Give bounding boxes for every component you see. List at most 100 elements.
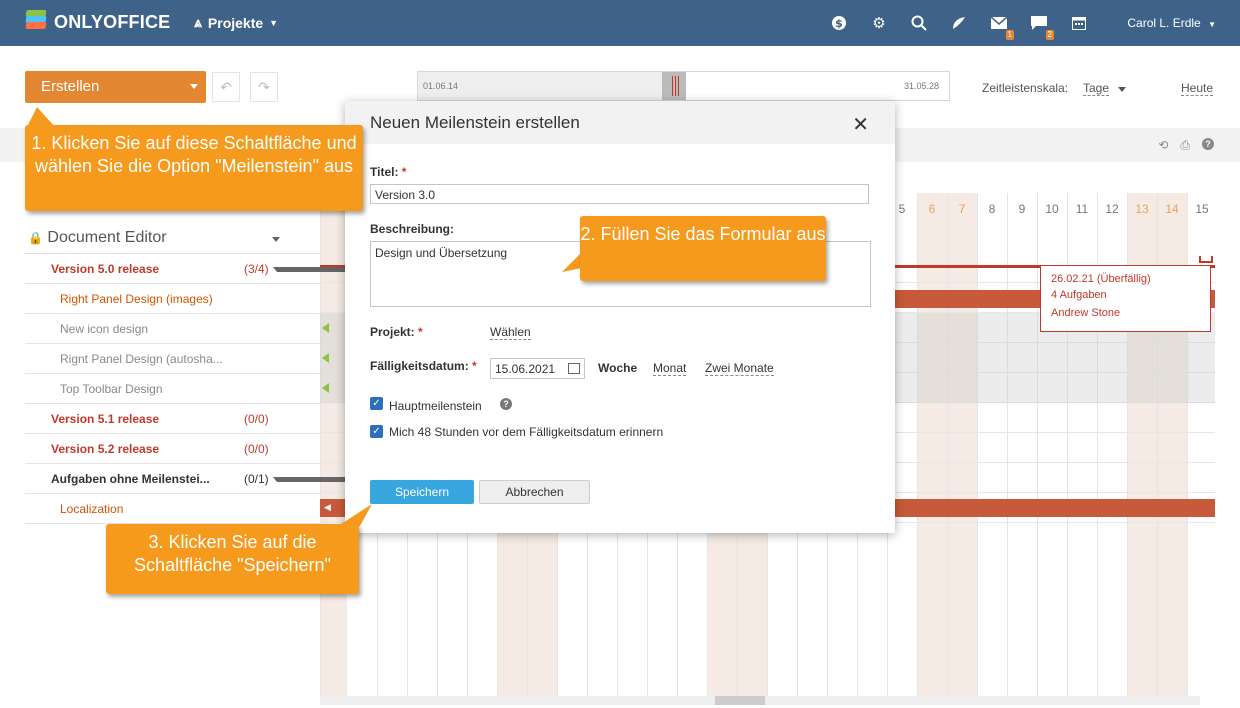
- projects-icon: ⩓: [194, 14, 202, 30]
- milestone-flag-icon: [1199, 256, 1213, 263]
- gantt-task-list: 🔒 Document Editor Version 5.0 release (3…: [25, 223, 519, 524]
- project-name: Document Editor: [47, 229, 167, 246]
- day-label: 15: [1195, 202, 1209, 216]
- calendar-icon[interactable]: [1068, 12, 1090, 34]
- row-count: (3/4): [244, 262, 269, 276]
- arrow-left-icon[interactable]: [322, 383, 329, 393]
- tooltip-person: Andrew Stone: [1051, 307, 1121, 319]
- chat-badge: 2: [1045, 30, 1054, 40]
- milestone-row[interactable]: Version 5.2 release (0/0): [25, 434, 320, 464]
- timeline-end-date: 31.05.28: [903, 81, 939, 91]
- row-label: Version 5.2 release: [51, 442, 160, 456]
- task-row[interactable]: New icon design: [25, 314, 320, 344]
- milestone-row[interactable]: Version 5.0 release (3/4): [25, 254, 519, 284]
- remind-checkbox[interactable]: ✓: [370, 425, 383, 438]
- chevron-down-icon: ▼: [1208, 20, 1216, 29]
- main-milestone-checkbox[interactable]: ✓: [370, 397, 383, 410]
- week-option[interactable]: Woche: [598, 361, 637, 375]
- two-months-option[interactable]: Zwei Monate: [705, 361, 774, 376]
- row-label: Version 5.1 release: [51, 412, 160, 426]
- row-count: (0/0): [244, 412, 269, 426]
- mail-badge: 1: [1005, 30, 1014, 40]
- milestone-row[interactable]: Aufgaben ohne Meilenstei... (0/1): [25, 464, 519, 494]
- dialog-header: Neuen Meilenstein erstellen ✕: [345, 101, 895, 144]
- remind-label: Mich 48 Stunden vor dem Fälligkeitsdatum…: [389, 425, 664, 439]
- dialog-title: Neuen Meilenstein erstellen: [370, 113, 580, 132]
- create-milestone-dialog: Neuen Meilenstein erstellen ✕ Titel: * V…: [345, 101, 895, 533]
- chat-icon[interactable]: 2: [1028, 12, 1054, 40]
- required-mark: *: [401, 165, 407, 179]
- refresh-icon[interactable]: ⟲: [1158, 138, 1168, 153]
- calendar-icon[interactable]: [568, 363, 580, 374]
- svg-text:$: $: [835, 17, 843, 30]
- timeline-scroller[interactable]: 01.06.14 31.05.28: [417, 71, 950, 101]
- undo-button[interactable]: ↶: [212, 72, 240, 102]
- task-row[interactable]: Rignt Panel Design (autosha...: [25, 344, 320, 374]
- callout-step-2: 2. Füllen Sie das Formular aus: [580, 216, 826, 281]
- day-label: 13: [1135, 202, 1149, 216]
- module-switcher[interactable]: ⩓ Projekte ▼: [194, 14, 278, 31]
- row-label: New icon design: [60, 322, 149, 336]
- project-header[interactable]: 🔒 Document Editor: [25, 223, 320, 254]
- day-label: 10: [1045, 202, 1059, 216]
- mail-icon[interactable]: 1: [988, 12, 1014, 40]
- user-menu[interactable]: Carol L. Erdle ▼: [1127, 16, 1216, 30]
- dollar-icon[interactable]: $: [828, 12, 850, 34]
- chevron-down-icon: [272, 237, 280, 242]
- redo-button[interactable]: ↷: [250, 72, 278, 102]
- required-mark: *: [472, 359, 477, 373]
- due-date-input[interactable]: 15.06.2021: [490, 358, 585, 379]
- select-project-link[interactable]: Wählen: [490, 325, 531, 340]
- create-button-label: Erstellen: [41, 78, 100, 95]
- chevron-down-icon: [190, 84, 198, 89]
- title-label-text: Titel:: [370, 165, 399, 179]
- due-date-label: Fälligkeitsdatum: *: [370, 359, 477, 373]
- close-icon[interactable]: ✕: [852, 112, 869, 137]
- title-input[interactable]: Version 3.0: [370, 184, 869, 204]
- user-name: Carol L. Erdle: [1127, 16, 1201, 30]
- onlyoffice-logo[interactable]: ONLYOFFICE: [24, 10, 170, 34]
- task-row[interactable]: Right Panel Design (images): [25, 284, 320, 314]
- day-label: 8: [988, 202, 996, 216]
- callout-step-1: 1. Klicken Sie auf diese Schaltfläche un…: [25, 125, 363, 211]
- horizontal-scrollbar[interactable]: [320, 696, 1200, 705]
- logo-text: ONLYOFFICE: [54, 11, 171, 32]
- save-button[interactable]: Speichern: [370, 480, 474, 504]
- scale-label: Zeitleistenskala:: [982, 81, 1069, 95]
- arrow-left-icon[interactable]: [322, 353, 329, 363]
- print-icon[interactable]: ⎙: [1180, 138, 1190, 153]
- scale-dropdown[interactable]: Tage: [1083, 81, 1110, 96]
- help-icon[interactable]: ?: [500, 398, 512, 410]
- create-button[interactable]: Erstellen: [25, 71, 206, 103]
- top-navigation-bar: ONLYOFFICE ⩓ Projekte ▼ $ ⚙ 1 2 Carol L.…: [0, 0, 1240, 46]
- row-count: (0/1): [244, 472, 269, 486]
- milestone-row[interactable]: Version 5.1 release (0/0): [25, 404, 320, 434]
- help-icon[interactable]: ?: [1202, 138, 1214, 150]
- title-label: Titel: *: [370, 165, 406, 179]
- due-date-value: 15.06.2021: [495, 362, 556, 376]
- search-icon[interactable]: [908, 12, 930, 34]
- today-link[interactable]: Heute: [1181, 81, 1214, 96]
- task-row[interactable]: Top Toolbar Design: [25, 374, 320, 404]
- module-label: Projekte: [207, 14, 264, 31]
- cancel-button[interactable]: Abbrechen: [479, 480, 590, 504]
- task-row[interactable]: Localization: [25, 494, 320, 524]
- row-label: Aufgaben ohne Meilenstei...: [51, 472, 210, 486]
- task-bar[interactable]: [895, 499, 1215, 517]
- day-label: 9: [1018, 202, 1026, 216]
- month-option[interactable]: Monat: [653, 361, 687, 376]
- chevron-down-icon: [1118, 87, 1126, 92]
- row-count: (0/0): [244, 442, 269, 456]
- row-label: Right Panel Design (images): [60, 292, 213, 306]
- required-mark: *: [418, 325, 423, 339]
- feed-icon[interactable]: [948, 12, 970, 34]
- main-milestone-label: Hauptmeilenstein: [389, 399, 482, 413]
- day-label: 7: [958, 202, 966, 216]
- day-label: 6: [928, 202, 936, 216]
- timeline-slider-handle[interactable]: [662, 72, 686, 100]
- row-label: Top Toolbar Design: [60, 382, 163, 396]
- gear-icon[interactable]: ⚙: [868, 12, 890, 34]
- milestone-tooltip: 26.02.21 (Überfällig) 4 Aufgaben Andrew …: [1040, 265, 1211, 332]
- description-label: Beschreibung:: [370, 222, 455, 236]
- chevron-down-icon: ▼: [269, 17, 279, 28]
